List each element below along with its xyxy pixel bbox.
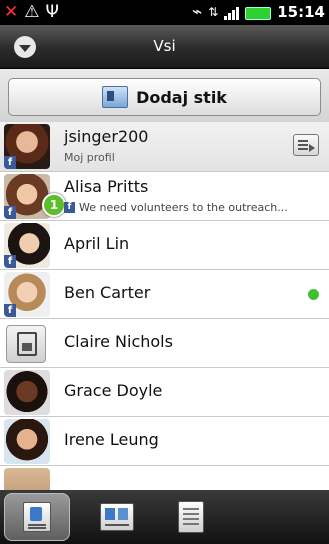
- contact-name: Claire Nichols: [64, 332, 173, 351]
- list-item[interactable]: f 1 Alisa Pritts f We need volunteers to…: [0, 172, 329, 221]
- people-icon: [23, 502, 51, 532]
- title-bar: Vsi: [0, 25, 329, 69]
- list-item[interactable]: Irene Leung: [0, 417, 329, 466]
- facebook-icon: f: [4, 304, 16, 317]
- list-item[interactable]: f April Lin: [0, 221, 329, 270]
- profile-subtitle: Moj profil: [64, 151, 115, 164]
- contact-name: Ben Carter: [64, 283, 151, 302]
- avatar: f: [4, 223, 50, 268]
- bluetooth-off-icon: ⌁: [191, 2, 203, 22]
- contact-card-icon: [102, 86, 129, 108]
- groups-icon: [100, 503, 134, 531]
- status-bar: ✕ ⚠ Ψ ⌁ ⇅ 15:14: [0, 0, 329, 25]
- contact-name: Grace Doyle: [64, 381, 163, 400]
- profile-name: jsinger200: [64, 127, 149, 146]
- tab-call-history[interactable]: [158, 493, 224, 541]
- call-history-icon: [178, 501, 204, 533]
- update-count-badge: 1: [42, 193, 66, 217]
- add-contact-button[interactable]: Dodaj stik: [8, 78, 321, 116]
- contact-name: Irene Leung: [64, 430, 159, 449]
- facebook-icon: f: [4, 206, 16, 219]
- online-status-icon: [308, 289, 319, 300]
- facebook-icon: f: [64, 202, 75, 213]
- signal-icon: [224, 4, 240, 20]
- avatar: [4, 468, 50, 490]
- bottom-tab-bar: [0, 490, 329, 544]
- sim-card-icon: [6, 325, 46, 363]
- avatar: [4, 370, 50, 415]
- avatar: [4, 419, 50, 464]
- list-item[interactable]: [0, 466, 329, 490]
- missed-call-icon: ✕: [4, 2, 19, 22]
- list-item[interactable]: Grace Doyle: [0, 368, 329, 417]
- warning-icon: ⚠: [24, 2, 40, 22]
- contact-name: April Lin: [64, 234, 130, 253]
- clock: 15:14: [277, 3, 325, 21]
- send-vcard-icon[interactable]: [293, 134, 319, 156]
- avatar: f: [4, 124, 50, 169]
- tab-groups[interactable]: [84, 493, 150, 541]
- add-contact-label: Dodaj stik: [136, 87, 227, 107]
- page-title[interactable]: Vsi: [0, 37, 329, 55]
- facebook-icon: f: [4, 156, 16, 169]
- battery-icon: [245, 6, 272, 20]
- list-item[interactable]: f Ben Carter: [0, 270, 329, 319]
- status-update: f We need volunteers to the outreach...: [64, 201, 288, 214]
- list-item[interactable]: Claire Nichols: [0, 319, 329, 368]
- data-transfer-icon: ⇅: [208, 5, 219, 19]
- add-contact-area: Dodaj stik: [0, 69, 329, 122]
- tab-people[interactable]: [4, 493, 70, 541]
- contact-name: Alisa Pritts: [64, 177, 149, 196]
- facebook-icon: f: [4, 255, 16, 268]
- my-profile-row[interactable]: f jsinger200 Moj profil: [0, 122, 329, 172]
- status-text: We need volunteers to the outreach...: [79, 201, 288, 214]
- avatar: f: [4, 174, 50, 219]
- usb-icon: Ψ: [45, 2, 59, 22]
- contact-list[interactable]: Dodaj stik f jsinger200 Moj profil f 1 A…: [0, 69, 329, 490]
- avatar: f: [4, 272, 50, 317]
